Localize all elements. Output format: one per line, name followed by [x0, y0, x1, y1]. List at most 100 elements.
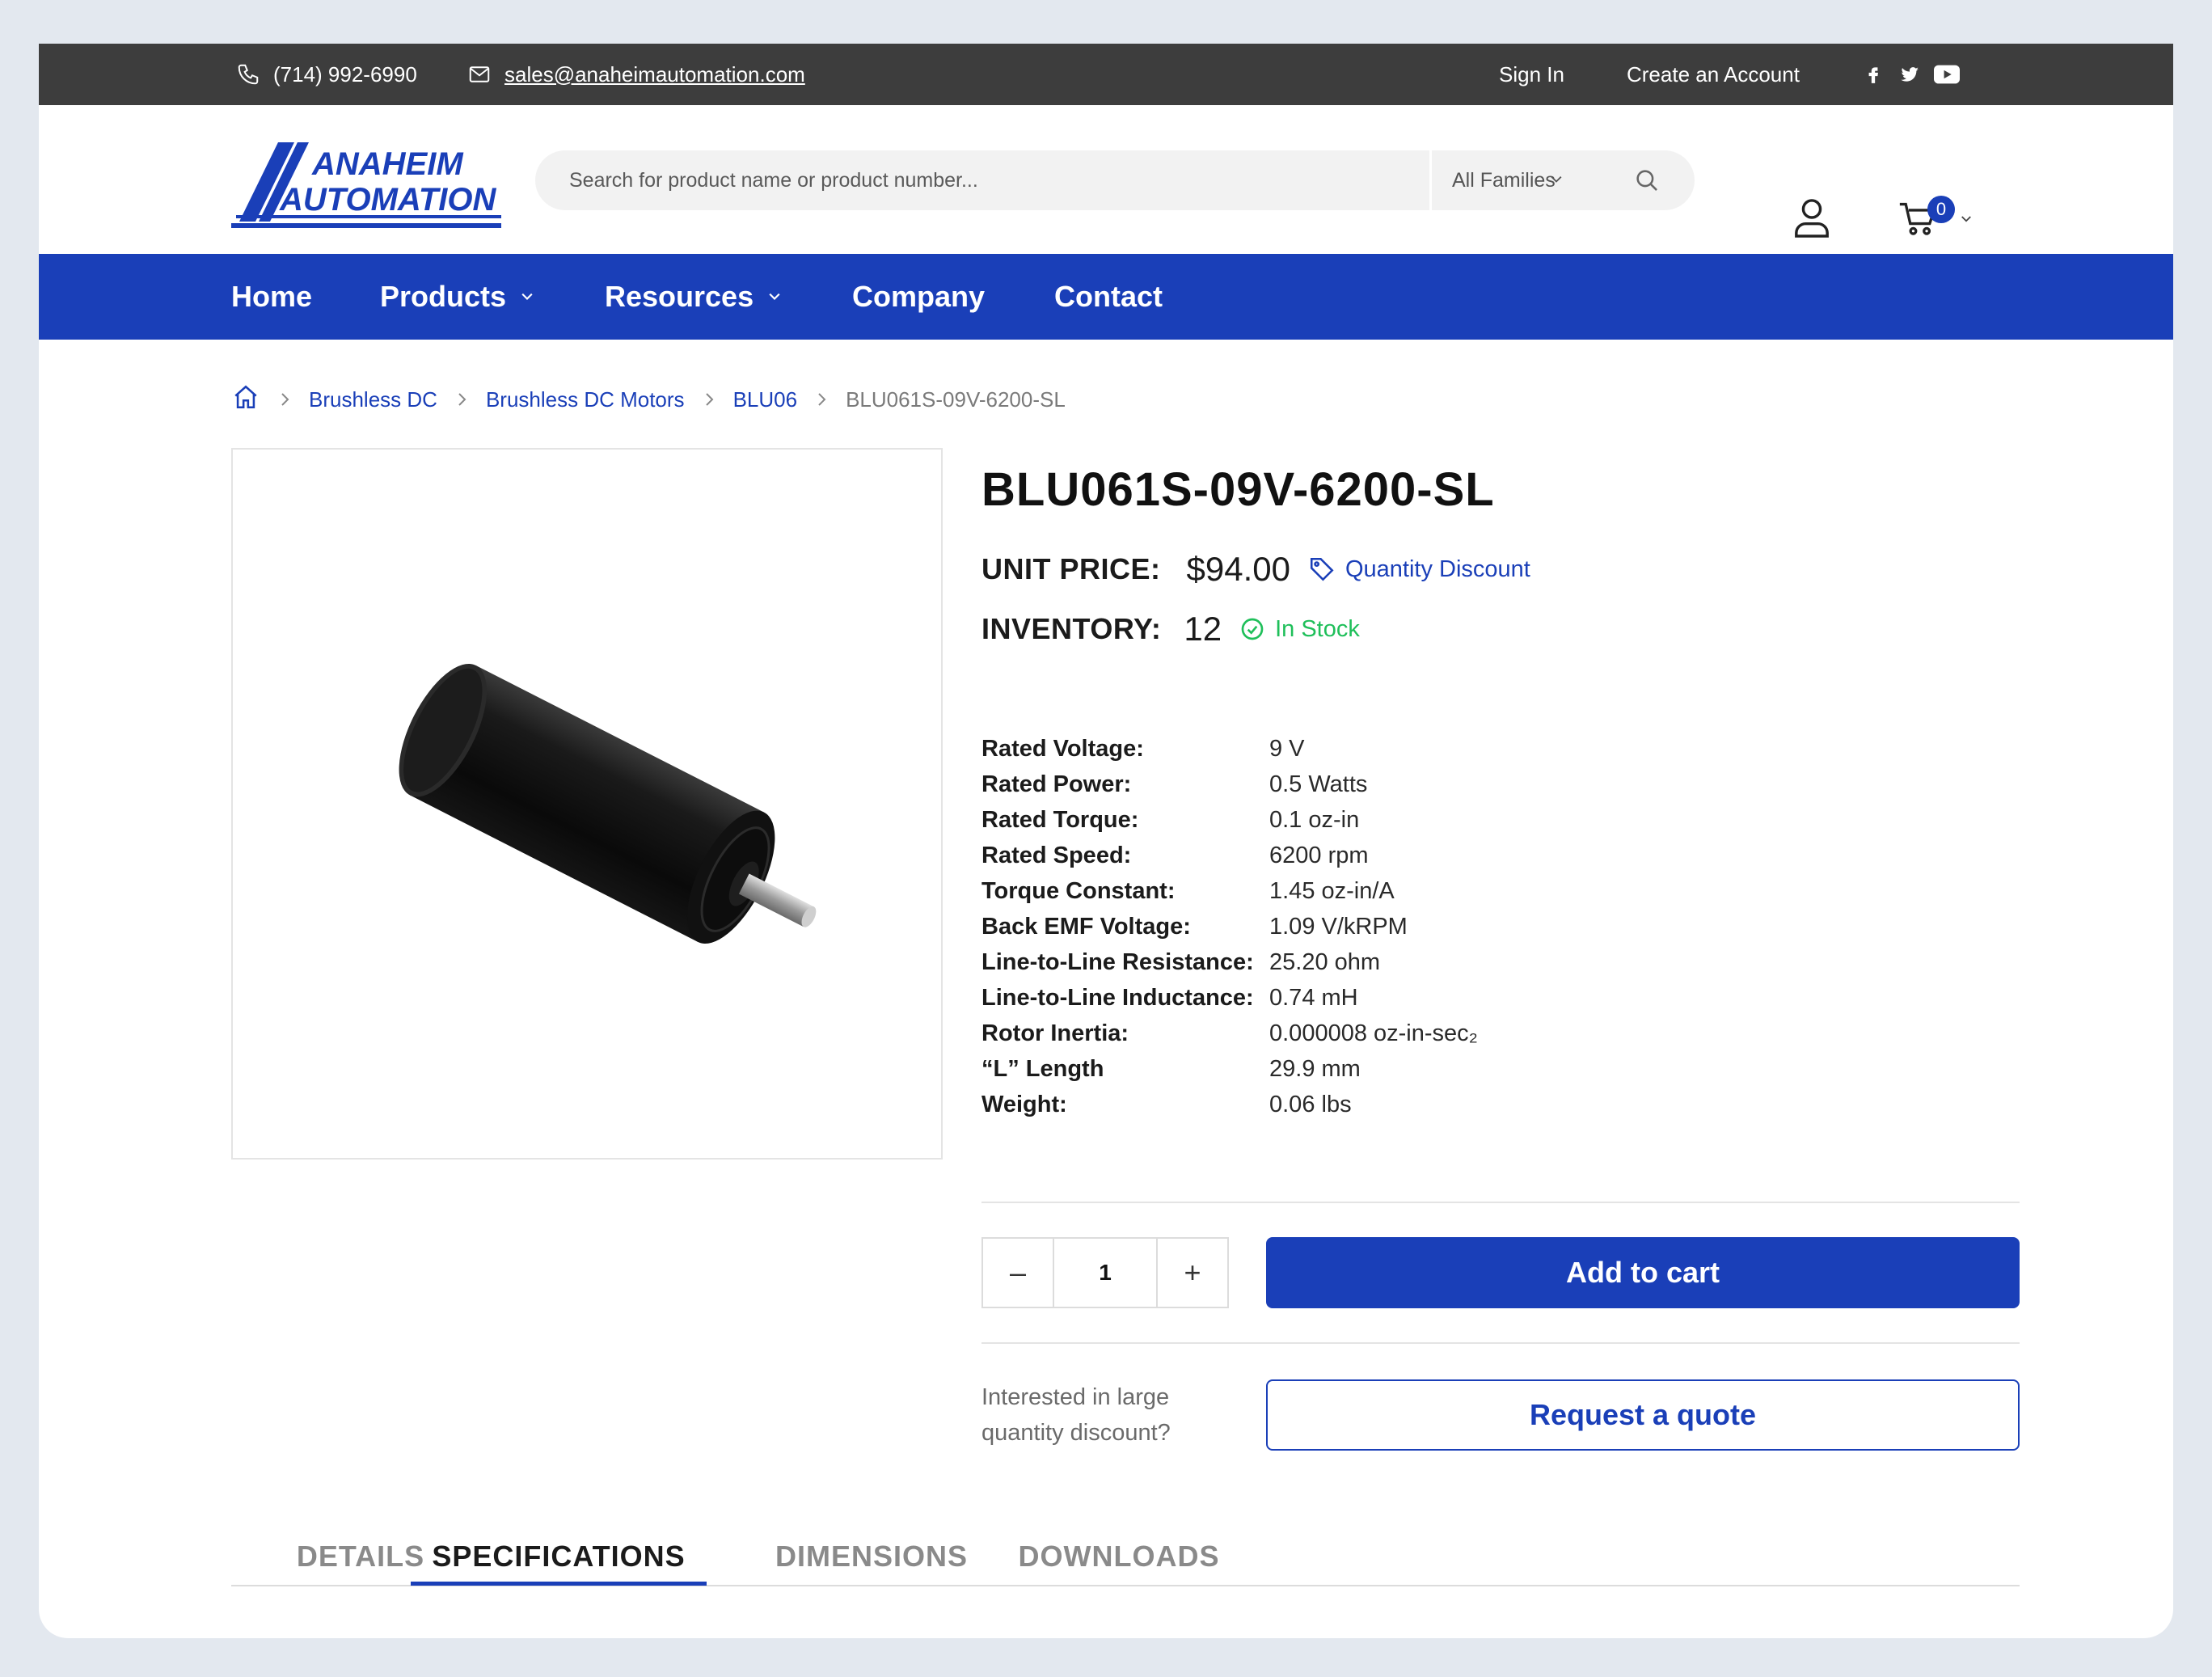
spec-key: Rated Power: — [981, 771, 1132, 797]
facebook-icon[interactable] — [1863, 44, 1884, 105]
breadcrumb-current: BLU061S-09V-6200-SL — [846, 387, 1066, 412]
create-account-link[interactable]: Create an Account — [1627, 44, 1800, 105]
search-input[interactable] — [535, 150, 1429, 210]
tab-dimensions[interactable]: DIMENSIONS — [760, 1528, 983, 1585]
spec-value: 1.09 V/kRPM — [1269, 914, 1408, 940]
chevron-down-icon — [521, 293, 533, 301]
active-tab-indicator — [411, 1582, 707, 1586]
family-select[interactable]: All Families — [1452, 150, 1556, 210]
email-link[interactable]: sales@anaheimautomation.com — [467, 44, 805, 105]
spec-row: Rotor Inertia: 0.000008 oz-in-sec₂ — [981, 1020, 1709, 1056]
breadcrumb: Brushless DC Brushless DC Motors BLU06 B… — [231, 383, 1066, 416]
spec-list: Rated Voltage: 9 V Rated Power: 0.5 Watts … — [981, 736, 1709, 1127]
spec-value: 0.1 oz-in — [1269, 807, 1360, 833]
top-bar: (714) 992-6990 sales@anaheimautomation.c… — [39, 44, 2173, 105]
spec-value: 0.06 lbs — [1269, 1092, 1352, 1117]
product-image-box[interactable] — [231, 448, 943, 1160]
nav-home[interactable]: Home — [231, 254, 312, 340]
spec-key: Back EMF Voltage: — [981, 914, 1191, 940]
chevron-right-icon — [815, 391, 828, 408]
tag-icon — [1310, 557, 1334, 581]
twitter-icon[interactable] — [1898, 44, 1921, 105]
search-icon[interactable] — [1633, 167, 1661, 198]
product-image — [399, 663, 817, 944]
spec-row: Torque Constant: 1.45 oz-in/A — [981, 878, 1709, 914]
family-select-value: All Families — [1452, 168, 1556, 192]
search-divider — [1429, 150, 1432, 210]
anaheim-automation-logo[interactable]: ANAHEIM AUTOMATION — [231, 134, 501, 230]
stock-status: In Stock — [1239, 616, 1360, 643]
spec-key: Rated Speed: — [981, 843, 1132, 868]
spec-value: 1.45 oz-in/A — [1269, 878, 1395, 904]
nav-contact[interactable]: Contact — [1054, 254, 1163, 340]
spec-row: Back EMF Voltage: 1.09 V/kRPM — [981, 914, 1709, 949]
spec-key: Rotor Inertia: — [981, 1020, 1129, 1046]
logo-text-top: ANAHEIM — [311, 146, 464, 182]
spec-row: Line-to-Line Inductance: 0.74 mH — [981, 985, 1709, 1020]
chevron-right-icon — [278, 391, 291, 408]
nav-products-label: Products — [380, 280, 507, 313]
spec-key: Line-to-Line Resistance: — [981, 949, 1254, 975]
spec-row: Rated Speed: 6200 rpm — [981, 843, 1709, 878]
youtube-icon[interactable] — [1934, 44, 1960, 105]
phone-icon — [236, 62, 260, 87]
chevron-down-icon — [769, 293, 780, 301]
sign-in-link[interactable]: Sign In — [1499, 44, 1564, 105]
increase-quantity-button[interactable]: + — [1156, 1239, 1227, 1307]
cart-chevron-down-icon[interactable] — [1958, 212, 1974, 230]
home-icon[interactable] — [231, 383, 260, 416]
divider — [981, 1202, 2020, 1203]
unit-price-value: $94.00 — [1186, 550, 1290, 588]
spec-value: 9 V — [1269, 736, 1305, 762]
phone-link[interactable]: (714) 992-6990 — [236, 44, 417, 105]
spec-key: Line-to-Line Inductance: — [981, 985, 1254, 1011]
cart-count-badge: 0 — [1927, 196, 1955, 223]
chevron-down-icon[interactable] — [1547, 171, 1565, 192]
price-row: UNIT PRICE: $94.00 Quantity Discount — [981, 545, 1530, 593]
quantity-input[interactable] — [1054, 1239, 1156, 1307]
mail-icon — [467, 62, 492, 87]
chevron-right-icon — [703, 391, 716, 408]
nav-products[interactable]: Products — [380, 254, 535, 340]
spec-value: 25.20 ohm — [1269, 949, 1381, 975]
spec-row: Rated Torque: 0.1 oz-in — [981, 807, 1709, 843]
quantity-discount-prompt: Interested in large quantity discount? — [981, 1384, 1171, 1446]
inventory-label: INVENTORY: — [981, 612, 1162, 645]
search-bar: All Families — [535, 150, 1695, 210]
breadcrumb-link[interactable]: BLU06 — [733, 387, 798, 412]
add-to-cart-button[interactable]: Add to cart — [1266, 1237, 2020, 1308]
quantity-stepper: – + — [981, 1237, 1229, 1308]
decrease-quantity-button[interactable]: – — [983, 1239, 1054, 1307]
check-circle-icon — [1241, 618, 1264, 640]
spec-row: Line-to-Line Resistance: 25.20 ohm — [981, 949, 1709, 985]
tab-downloads[interactable]: DOWNLOADS — [1006, 1528, 1232, 1585]
request-quote-button[interactable]: Request a quote — [1266, 1379, 2020, 1451]
nav-resources[interactable]: Resources — [605, 254, 783, 340]
user-account-icon[interactable] — [1793, 197, 1830, 242]
unit-price-label: UNIT PRICE: — [981, 552, 1161, 585]
main-nav: Home Products Resources Company Contact — [39, 254, 2173, 340]
quantity-discount-label: Quantity Discount — [1345, 555, 1530, 582]
spec-row: Weight: 0.06 lbs — [981, 1092, 1709, 1127]
nav-company-label: Company — [852, 280, 986, 313]
breadcrumb-link[interactable]: Brushless DC Motors — [486, 387, 685, 412]
spec-value: 0.000008 oz-in-sec₂ — [1269, 1020, 1478, 1046]
tab-specifications[interactable]: SPECIFICATIONS — [411, 1528, 707, 1585]
spec-key: Rated Voltage: — [981, 736, 1144, 762]
stock-status-label: In Stock — [1275, 615, 1360, 642]
spec-value: 29.9 mm — [1269, 1056, 1361, 1082]
nav-company[interactable]: Company — [852, 254, 985, 340]
nav-contact-label: Contact — [1054, 280, 1163, 313]
phone-number: (714) 992-6990 — [273, 61, 417, 87]
breadcrumb-link[interactable]: Brushless DC — [309, 387, 437, 412]
inventory-value: 12 — [1184, 610, 1222, 648]
spec-value: 6200 rpm — [1269, 843, 1369, 868]
spec-row: Rated Voltage: 9 V — [981, 736, 1709, 771]
spec-key: Rated Torque: — [981, 807, 1139, 833]
divider — [981, 1342, 2020, 1344]
inventory-row: INVENTORY: 12 In Stock — [981, 605, 1360, 653]
product-title: BLU061S-09V-6200-SL — [981, 463, 1495, 516]
site-header: ANAHEIM AUTOMATION All Families — [39, 105, 2173, 254]
quantity-discount-link[interactable]: Quantity Discount — [1308, 555, 1530, 583]
screenshot-frame: (714) 992-6990 sales@anaheimautomation.c… — [0, 0, 2212, 1677]
